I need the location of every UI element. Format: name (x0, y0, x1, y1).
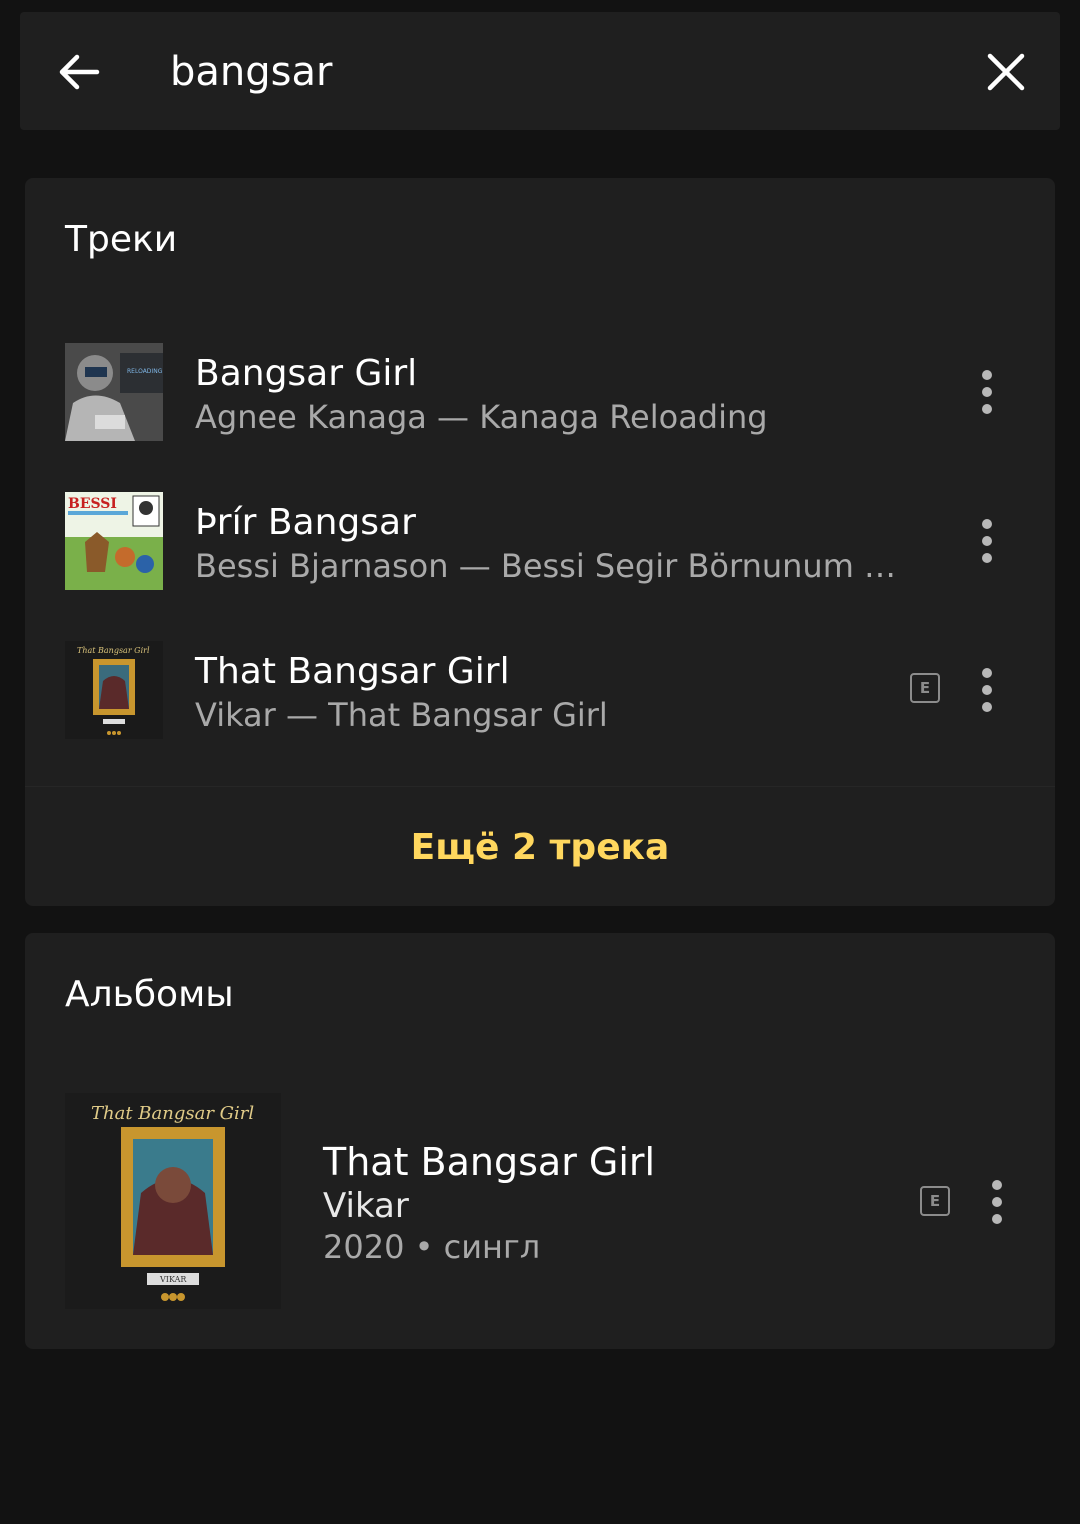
more-dot (992, 1197, 1002, 1207)
section-divider (25, 786, 1055, 787)
more-tracks-button[interactable]: Ещё 2 трека (25, 818, 1055, 878)
album-title: That Bangsar Girl (323, 1140, 656, 1184)
more-dot (982, 536, 992, 546)
album-row-that-bangsar-girl[interactable]: That Bangsar Girl VIKAR That Bangsar Gir… (25, 1093, 1055, 1309)
more-vertical-icon (982, 370, 992, 380)
clear-search-button[interactable] (976, 42, 1036, 102)
cover-text: RELOADING (127, 368, 163, 375)
album-meta: 2020 • сингл (323, 1228, 541, 1266)
more-dot (992, 1214, 1002, 1224)
section-title-albums: Альбомы (65, 974, 234, 1015)
track-row-bangsar-girl[interactable]: RELOADING Bangsar Girl Agnee Kanaga — Ka… (25, 343, 1055, 463)
more-vertical-icon (992, 1180, 1002, 1190)
track-cover-image: RELOADING (65, 343, 163, 441)
close-icon (987, 53, 1025, 91)
albums-section: Альбомы That Bangsar Girl VIKAR That Ban… (25, 933, 1055, 1349)
more-dot (982, 685, 992, 695)
track-more-button[interactable] (967, 357, 1007, 427)
track-title: That Bangsar Girl (195, 651, 510, 692)
track-subtitle: Bessi Bjarnason — Bessi Segir Börnunum S… (195, 547, 905, 585)
album-artist: Vikar (323, 1186, 409, 1226)
track-row-that-bangsar-girl[interactable]: That Bangsar Girl That Bangsar Girl Vika… (25, 641, 1055, 761)
cover-text: That Bangsar Girl (77, 646, 150, 655)
track-cover-image: BESSI (65, 492, 163, 590)
more-vertical-icon (982, 668, 992, 678)
track-subtitle: Vikar — That Bangsar Girl (195, 696, 608, 734)
track-more-button[interactable] (967, 506, 1007, 576)
more-dot (982, 553, 992, 563)
more-dot (982, 702, 992, 712)
track-title: Þrír Bangsar (195, 502, 416, 543)
back-button[interactable] (44, 42, 114, 102)
section-title-tracks: Треки (65, 219, 178, 260)
track-title: Bangsar Girl (195, 353, 418, 394)
track-subtitle: Agnee Kanaga — Kanaga Reloading (195, 398, 768, 436)
album-more-button[interactable] (977, 1167, 1017, 1237)
album-cover-image: That Bangsar Girl VIKAR (65, 1093, 281, 1309)
explicit-badge-icon: E (920, 1186, 950, 1216)
explicit-badge-icon: E (910, 673, 940, 703)
cover-label: VIKAR (159, 1275, 187, 1284)
cover-text: BESSI (68, 496, 117, 512)
more-dot (982, 387, 992, 397)
more-vertical-icon (982, 519, 992, 529)
arrow-left-icon (59, 54, 100, 90)
track-cover-image: That Bangsar Girl (65, 641, 163, 739)
tracks-section: Треки RELOADING Bangsar Girl Agnee Kanag… (25, 178, 1055, 906)
search-input[interactable]: bangsar (170, 44, 332, 100)
more-dot (982, 404, 992, 414)
cover-text: That Bangsar Girl (91, 1103, 254, 1124)
search-bar: bangsar (20, 12, 1060, 130)
track-row-thrir-bangsar[interactable]: BESSI Þrír Bangsar Bessi Bjarnason — Bes… (25, 492, 1055, 612)
track-more-button[interactable] (967, 655, 1007, 725)
